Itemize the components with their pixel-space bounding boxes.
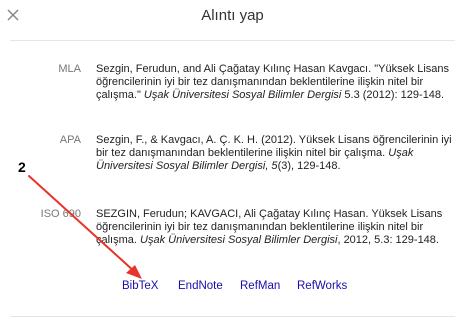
citation-journal: Uşak Üniversitesi Sosyal Bilimler Dergis…: [140, 233, 338, 246]
citation-journal: Uşak Üniversitesi Sosyal Bilimler Dergis…: [143, 88, 342, 101]
citation-text[interactable]: SEZGIN, Ferudun; KAVGACI, Ali Çağatay Kı…: [96, 208, 458, 246]
refworks-link[interactable]: RefWorks: [297, 280, 347, 292]
footer-divider: [10, 316, 455, 317]
citation-text[interactable]: Sezgin, Ferudun, and Ali Çağatay Kılınç …: [96, 63, 458, 101]
citation-text-part: , 2012, 5.3: 129-148.: [337, 233, 439, 246]
refman-link[interactable]: RefMan: [240, 280, 280, 292]
citation-text-part: 5.3 (2012): 129-148.: [341, 88, 445, 101]
header-divider: [10, 40, 455, 41]
cite-dialog: Alıntı yap MLA Sezgin, Ferudun, and Ali …: [0, 0, 465, 322]
citation-style-label: ISO 690: [40, 208, 81, 220]
dialog-title: Alıntı yap: [201, 7, 264, 24]
annotation-number: 2: [18, 159, 26, 175]
dialog-header: Alıntı yap: [0, 0, 465, 38]
citation-style-label: APA: [59, 134, 81, 146]
citation-text[interactable]: Sezgin, F., & Kavgacı, A. Ç. K. H. (2012…: [96, 134, 458, 172]
citation-style-label: MLA: [58, 63, 81, 75]
bibtex-link[interactable]: BibTeX: [122, 280, 158, 292]
citation-text-part: (3), 129-148.: [277, 159, 341, 172]
endnote-link[interactable]: EndNote: [178, 280, 223, 292]
